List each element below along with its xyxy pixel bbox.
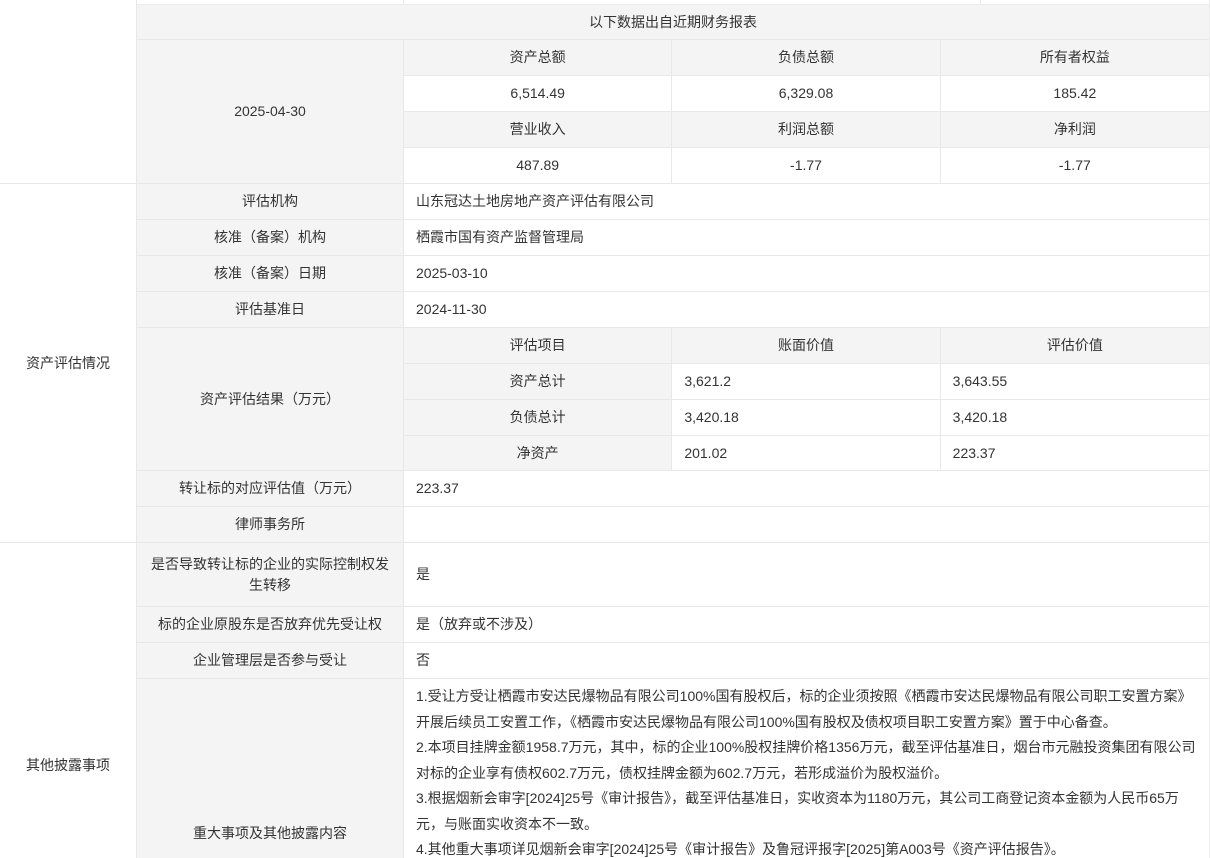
clipped-cell xyxy=(137,0,404,4)
field-value: 是 xyxy=(404,543,1209,606)
fin-value-cell: 6,514.49 xyxy=(404,76,672,112)
listing-detail-table: 以下数据出自近期财务报表 2025-04-30 资产总额 负债总额 所有者权益 … xyxy=(0,0,1210,858)
field-value xyxy=(404,507,1209,542)
other-disclosure-section-title: 其他披露事项 xyxy=(0,543,137,858)
eval-value-cell: 223.37 xyxy=(941,436,1209,470)
field-row: 评估机构 山东冠达土地房地产资产评估有限公司 xyxy=(137,184,1209,220)
disclosure-paragraph: 1.受让方受让栖霞市安达民爆物品有限公司100%国有股权后，标的企业须按照《栖霞… xyxy=(416,684,1197,735)
eval-item-cell: 负债总计 xyxy=(404,400,672,436)
eval-value-cell: 3,420.18 xyxy=(941,400,1209,436)
eval-header-cell: 账面价值 xyxy=(672,328,940,364)
fin-value-cell: 185.42 xyxy=(941,76,1209,112)
fin-header-cell: 资产总额 xyxy=(404,40,672,76)
disclosure-paragraph: 3.根据烟新会审字[2024]25号《审计报告》，截至评估基准日，实收资本为11… xyxy=(416,786,1197,837)
evaluation-result-block: 资产评估结果（万元） 评估项目 账面价值 评估价值 资产总计 3,621.2 3… xyxy=(137,328,1209,471)
field-label: 核准（备案）机构 xyxy=(137,220,404,255)
major-items-row: 重大事项及其他披露内容 1.受让方受让栖霞市安达民爆物品有限公司100%国有股权… xyxy=(137,679,1209,858)
field-row: 核准（备案）日期 2025-03-10 xyxy=(137,256,1209,292)
fin-header-cell: 净利润 xyxy=(941,112,1209,148)
field-label: 标的企业原股东是否放弃优先受让权 xyxy=(137,607,404,642)
eval-value-cell: 3,643.55 xyxy=(941,364,1209,400)
field-value: 是（放弃或不涉及） xyxy=(404,607,1209,642)
field-value: 山东冠达土地房地产资产评估有限公司 xyxy=(404,184,1209,219)
asset-evaluation-section: 资产评估情况 评估机构 山东冠达土地房地产资产评估有限公司 核准（备案）机构 栖… xyxy=(0,184,1209,543)
field-label: 评估基准日 xyxy=(137,292,404,327)
financial-note-row: 以下数据出自近期财务报表 xyxy=(137,5,1209,40)
asset-evaluation-section-body: 评估机构 山东冠达土地房地产资产评估有限公司 核准（备案）机构 栖霞市国有资产监… xyxy=(137,184,1209,542)
field-value: 2024-11-30 xyxy=(404,292,1209,327)
fin-value-cell: -1.77 xyxy=(672,148,940,183)
fin-header-cell: 所有者权益 xyxy=(941,40,1209,76)
field-row: 律师事务所 xyxy=(137,507,1209,542)
field-row: 企业管理层是否参与受让 否 xyxy=(137,643,1209,679)
field-row: 核准（备案）机构 栖霞市国有资产监督管理局 xyxy=(137,220,1209,256)
evaluation-result-table: 评估项目 账面价值 评估价值 资产总计 3,621.2 3,643.55 负债总… xyxy=(404,328,1209,470)
fin-value-cell: 487.89 xyxy=(404,148,672,183)
fin-value-cell: 6,329.08 xyxy=(672,76,940,112)
field-value: 栖霞市国有资产监督管理局 xyxy=(404,220,1209,255)
report-date: 2025-04-30 xyxy=(137,40,404,183)
field-value: 223.37 xyxy=(404,471,1209,506)
field-row: 转让标的对应评估值（万元） 223.37 xyxy=(137,471,1209,507)
fin-header-cell: 利润总额 xyxy=(672,112,940,148)
field-row: 评估基准日 2024-11-30 xyxy=(137,292,1209,328)
clipped-cell xyxy=(981,0,1209,4)
eval-value-cell: 3,621.2 xyxy=(672,364,940,400)
eval-header-cell: 评估项目 xyxy=(404,328,672,364)
other-disclosure-section-body: 是否导致转让标的企业的实际控制权发生转移 是 标的企业原股东是否放弃优先受让权 … xyxy=(137,543,1209,858)
disclosure-paragraph: 2.本项目挂牌金额1958.7万元，其中，标的企业100%股权挂牌价格1356万… xyxy=(416,735,1197,786)
field-label: 企业管理层是否参与受让 xyxy=(137,643,404,678)
eval-item-cell: 资产总计 xyxy=(404,364,672,400)
fin-header-cell: 负债总额 xyxy=(672,40,940,76)
fin-header-cell: 营业收入 xyxy=(404,112,672,148)
major-items-label: 重大事项及其他披露内容 xyxy=(137,679,404,858)
field-label: 是否导致转让标的企业的实际控制权发生转移 xyxy=(137,543,404,606)
disclosure-paragraph: 4.其他重大事项详见烟新会审字[2024]25号《审计报告》及鲁冠评报字[202… xyxy=(416,837,1197,858)
field-label: 核准（备案）日期 xyxy=(137,256,404,291)
field-label: 评估机构 xyxy=(137,184,404,219)
evaluation-result-label: 资产评估结果（万元） xyxy=(137,328,404,470)
financial-note-text: 以下数据出自近期财务报表 xyxy=(589,12,757,33)
eval-value-cell: 3,420.18 xyxy=(672,400,940,436)
financials-section: 以下数据出自近期财务报表 2025-04-30 资产总额 负债总额 所有者权益 … xyxy=(0,0,1209,184)
field-value: 否 xyxy=(404,643,1209,678)
major-items-content: 1.受让方受让栖霞市安达民爆物品有限公司100%国有股权后，标的企业须按照《栖霞… xyxy=(404,679,1209,858)
eval-header-cell: 评估价值 xyxy=(941,328,1209,364)
financials-section-body: 以下数据出自近期财务报表 2025-04-30 资产总额 负债总额 所有者权益 … xyxy=(137,0,1209,183)
fin-value-cell: -1.77 xyxy=(941,148,1209,183)
field-value: 2025-03-10 xyxy=(404,256,1209,291)
field-row: 标的企业原股东是否放弃优先受让权 是（放弃或不涉及） xyxy=(137,607,1209,643)
financial-table-block: 2025-04-30 资产总额 负债总额 所有者权益 6,514.49 6,32… xyxy=(137,40,1209,183)
financials-section-label-empty xyxy=(0,0,137,183)
asset-evaluation-section-title: 资产评估情况 xyxy=(0,184,137,542)
clipped-cell xyxy=(404,0,981,4)
eval-value-cell: 201.02 xyxy=(672,436,940,470)
other-disclosure-section: 其他披露事项 是否导致转让标的企业的实际控制权发生转移 是 标的企业原股东是否放… xyxy=(0,543,1209,858)
field-label: 转让标的对应评估值（万元） xyxy=(137,471,404,506)
field-row: 是否导致转让标的企业的实际控制权发生转移 是 xyxy=(137,543,1209,607)
field-label: 律师事务所 xyxy=(137,507,404,542)
eval-item-cell: 净资产 xyxy=(404,436,672,470)
financial-table: 资产总额 负债总额 所有者权益 6,514.49 6,329.08 185.42… xyxy=(404,40,1209,183)
